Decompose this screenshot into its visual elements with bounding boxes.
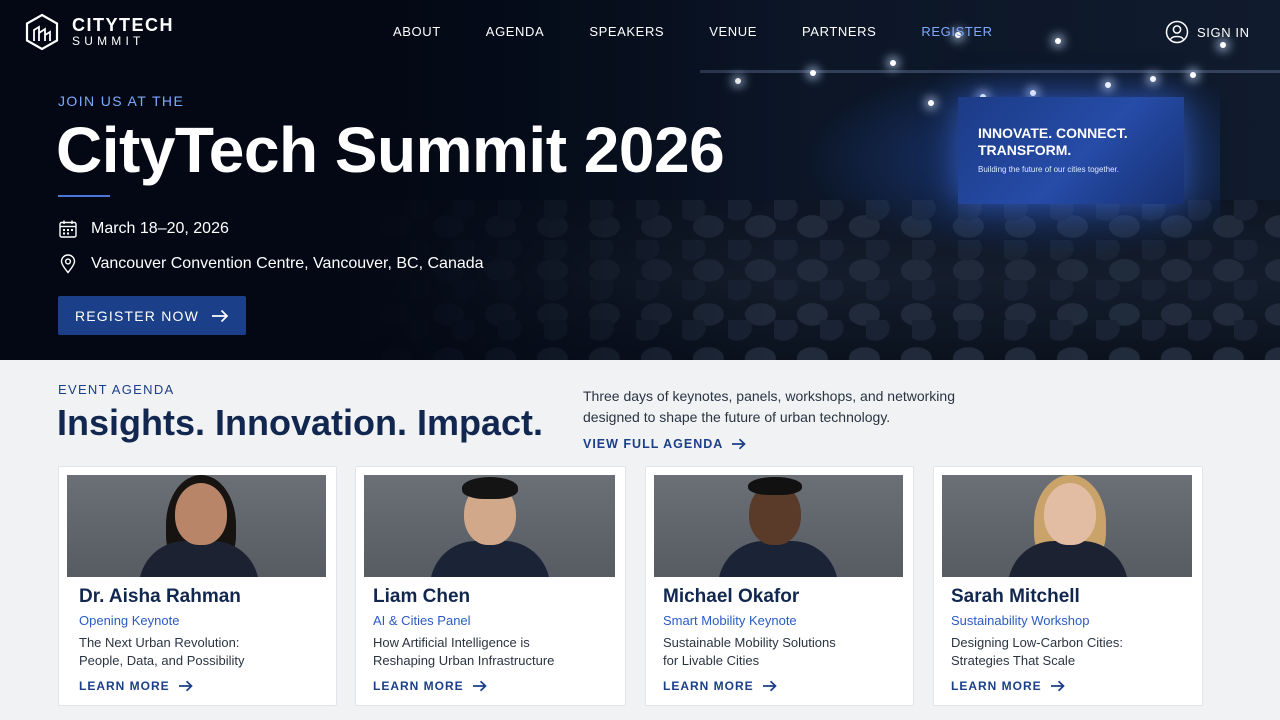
event-location-text: Vancouver Convention Centre, Vancouver, … — [91, 255, 484, 272]
talk-title: How Artificial Intelligence is Reshaping… — [373, 634, 603, 670]
logo-icon — [25, 13, 59, 51]
talk-title-line: Strategies That Scale — [951, 653, 1076, 668]
learn-more-label: LEARN MORE — [951, 679, 1042, 693]
session-type: AI & Cities Panel — [373, 613, 471, 628]
nav-link-partners[interactable]: PARTNERS — [802, 24, 876, 39]
arrow-right-icon — [212, 309, 229, 322]
nav-link-agenda[interactable]: AGENDA — [486, 24, 545, 39]
logo-title: CITYTECH — [72, 15, 174, 35]
arrow-right-icon — [178, 680, 193, 692]
nav-link-register[interactable]: REGISTER — [921, 24, 992, 39]
speaker-card[interactable]: Liam Chen AI & Cities Panel How Artifici… — [355, 466, 626, 706]
logo-subtitle: SUMMIT — [72, 34, 145, 48]
calendar-icon — [59, 220, 77, 238]
register-now-label: REGISTER NOW — [74, 307, 200, 324]
event-location: Vancouver Convention Centre, Vancouver, … — [58, 254, 484, 274]
nav-link-venue[interactable]: VENUE — [709, 24, 757, 39]
view-full-agenda-link[interactable]: VIEW FULL AGENDA — [583, 437, 747, 451]
speaker-photo — [67, 475, 326, 577]
talk-title-line: Sustainable Mobility Solutions — [663, 635, 836, 650]
main-menu: ABOUT AGENDA SPEAKERS VENUE PARTNERS REG… — [393, 24, 1038, 39]
talk-title-line: Designing Low-Carbon Cities: — [951, 635, 1123, 650]
arrow-right-icon — [1050, 680, 1065, 692]
event-date: March 18–20, 2026 — [58, 219, 229, 239]
learn-more-label: LEARN MORE — [373, 679, 464, 693]
talk-title-line: for Livable Cities — [663, 653, 760, 668]
title-divider — [58, 195, 110, 197]
arrow-right-icon — [472, 680, 487, 692]
learn-more-link[interactable]: LEARN MORE — [373, 679, 487, 693]
session-type: Opening Keynote — [79, 613, 180, 628]
speaker-card[interactable]: Michael Okafor Smart Mobility Keynote Su… — [645, 466, 914, 706]
speaker-name: Sarah Mitchell — [951, 586, 1080, 607]
hero-title: CityTech Summit 2026 — [56, 114, 725, 186]
agenda-title: Insights. Innovation. Impact. — [57, 402, 544, 443]
view-full-agenda-label: VIEW FULL AGENDA — [583, 437, 724, 451]
site-logo[interactable]: CITYTECH SUMMIT — [24, 13, 174, 51]
register-now-button[interactable]: REGISTER NOW — [58, 296, 246, 335]
speaker-photo — [942, 475, 1192, 577]
agenda-description: Three days of keynotes, panels, workshop… — [583, 388, 955, 425]
talk-title-line: How Artificial Intelligence is — [373, 635, 530, 650]
talk-title-line: Reshaping Urban Infrastructure — [373, 653, 555, 668]
sign-in-button[interactable]: SIGN IN — [1165, 20, 1250, 44]
sign-in-label: SIGN IN — [1197, 24, 1250, 40]
stage-screen-headline: INNOVATE. CONNECT. TRANSFORM. — [978, 125, 1128, 158]
top-navigation: CITYTECH SUMMIT ABOUT AGENDA SPEAKERS VE… — [0, 0, 1280, 64]
speaker-card[interactable]: Sarah Mitchell Sustainability Workshop D… — [933, 466, 1203, 706]
location-pin-icon — [60, 254, 76, 274]
learn-more-link[interactable]: LEARN MORE — [951, 679, 1065, 693]
user-icon — [1165, 20, 1189, 44]
speaker-photo — [654, 475, 903, 577]
talk-title: Sustainable Mobility Solutions for Livab… — [663, 634, 893, 670]
talk-title-line: People, Data, and Possibility — [79, 653, 245, 668]
speaker-card[interactable]: Dr. Aisha Rahman Opening Keynote The Nex… — [58, 466, 337, 706]
speaker-name: Liam Chen — [373, 586, 471, 607]
session-type: Smart Mobility Keynote — [663, 613, 797, 628]
talk-title: Designing Low-Carbon Cities: Strategies … — [951, 634, 1181, 670]
learn-more-link[interactable]: LEARN MORE — [663, 679, 777, 693]
arrow-right-icon — [762, 680, 777, 692]
nav-link-speakers[interactable]: SPEAKERS — [589, 24, 664, 39]
session-type: Sustainability Workshop — [951, 613, 1090, 628]
agenda-kicker: EVENT AGENDA — [58, 382, 175, 397]
stage-screen-tagline: Building the future of our cities togeth… — [978, 165, 1119, 174]
nav-link-about[interactable]: ABOUT — [393, 24, 441, 39]
learn-more-label: LEARN MORE — [663, 679, 754, 693]
speaker-photo — [364, 475, 615, 577]
event-date-text: March 18–20, 2026 — [91, 220, 229, 237]
talk-title: The Next Urban Revolution: People, Data,… — [79, 634, 309, 670]
speaker-name: Dr. Aisha Rahman — [79, 586, 241, 607]
learn-more-link[interactable]: LEARN MORE — [79, 679, 193, 693]
hero-kicker: JOIN US AT THE — [58, 93, 185, 109]
arrow-right-icon — [732, 438, 747, 450]
speaker-name: Michael Okafor — [663, 586, 800, 607]
learn-more-label: LEARN MORE — [79, 679, 170, 693]
stage-screen: INNOVATE. CONNECT. TRANSFORM. Building t… — [958, 97, 1184, 204]
talk-title-line: The Next Urban Revolution: — [79, 635, 240, 650]
